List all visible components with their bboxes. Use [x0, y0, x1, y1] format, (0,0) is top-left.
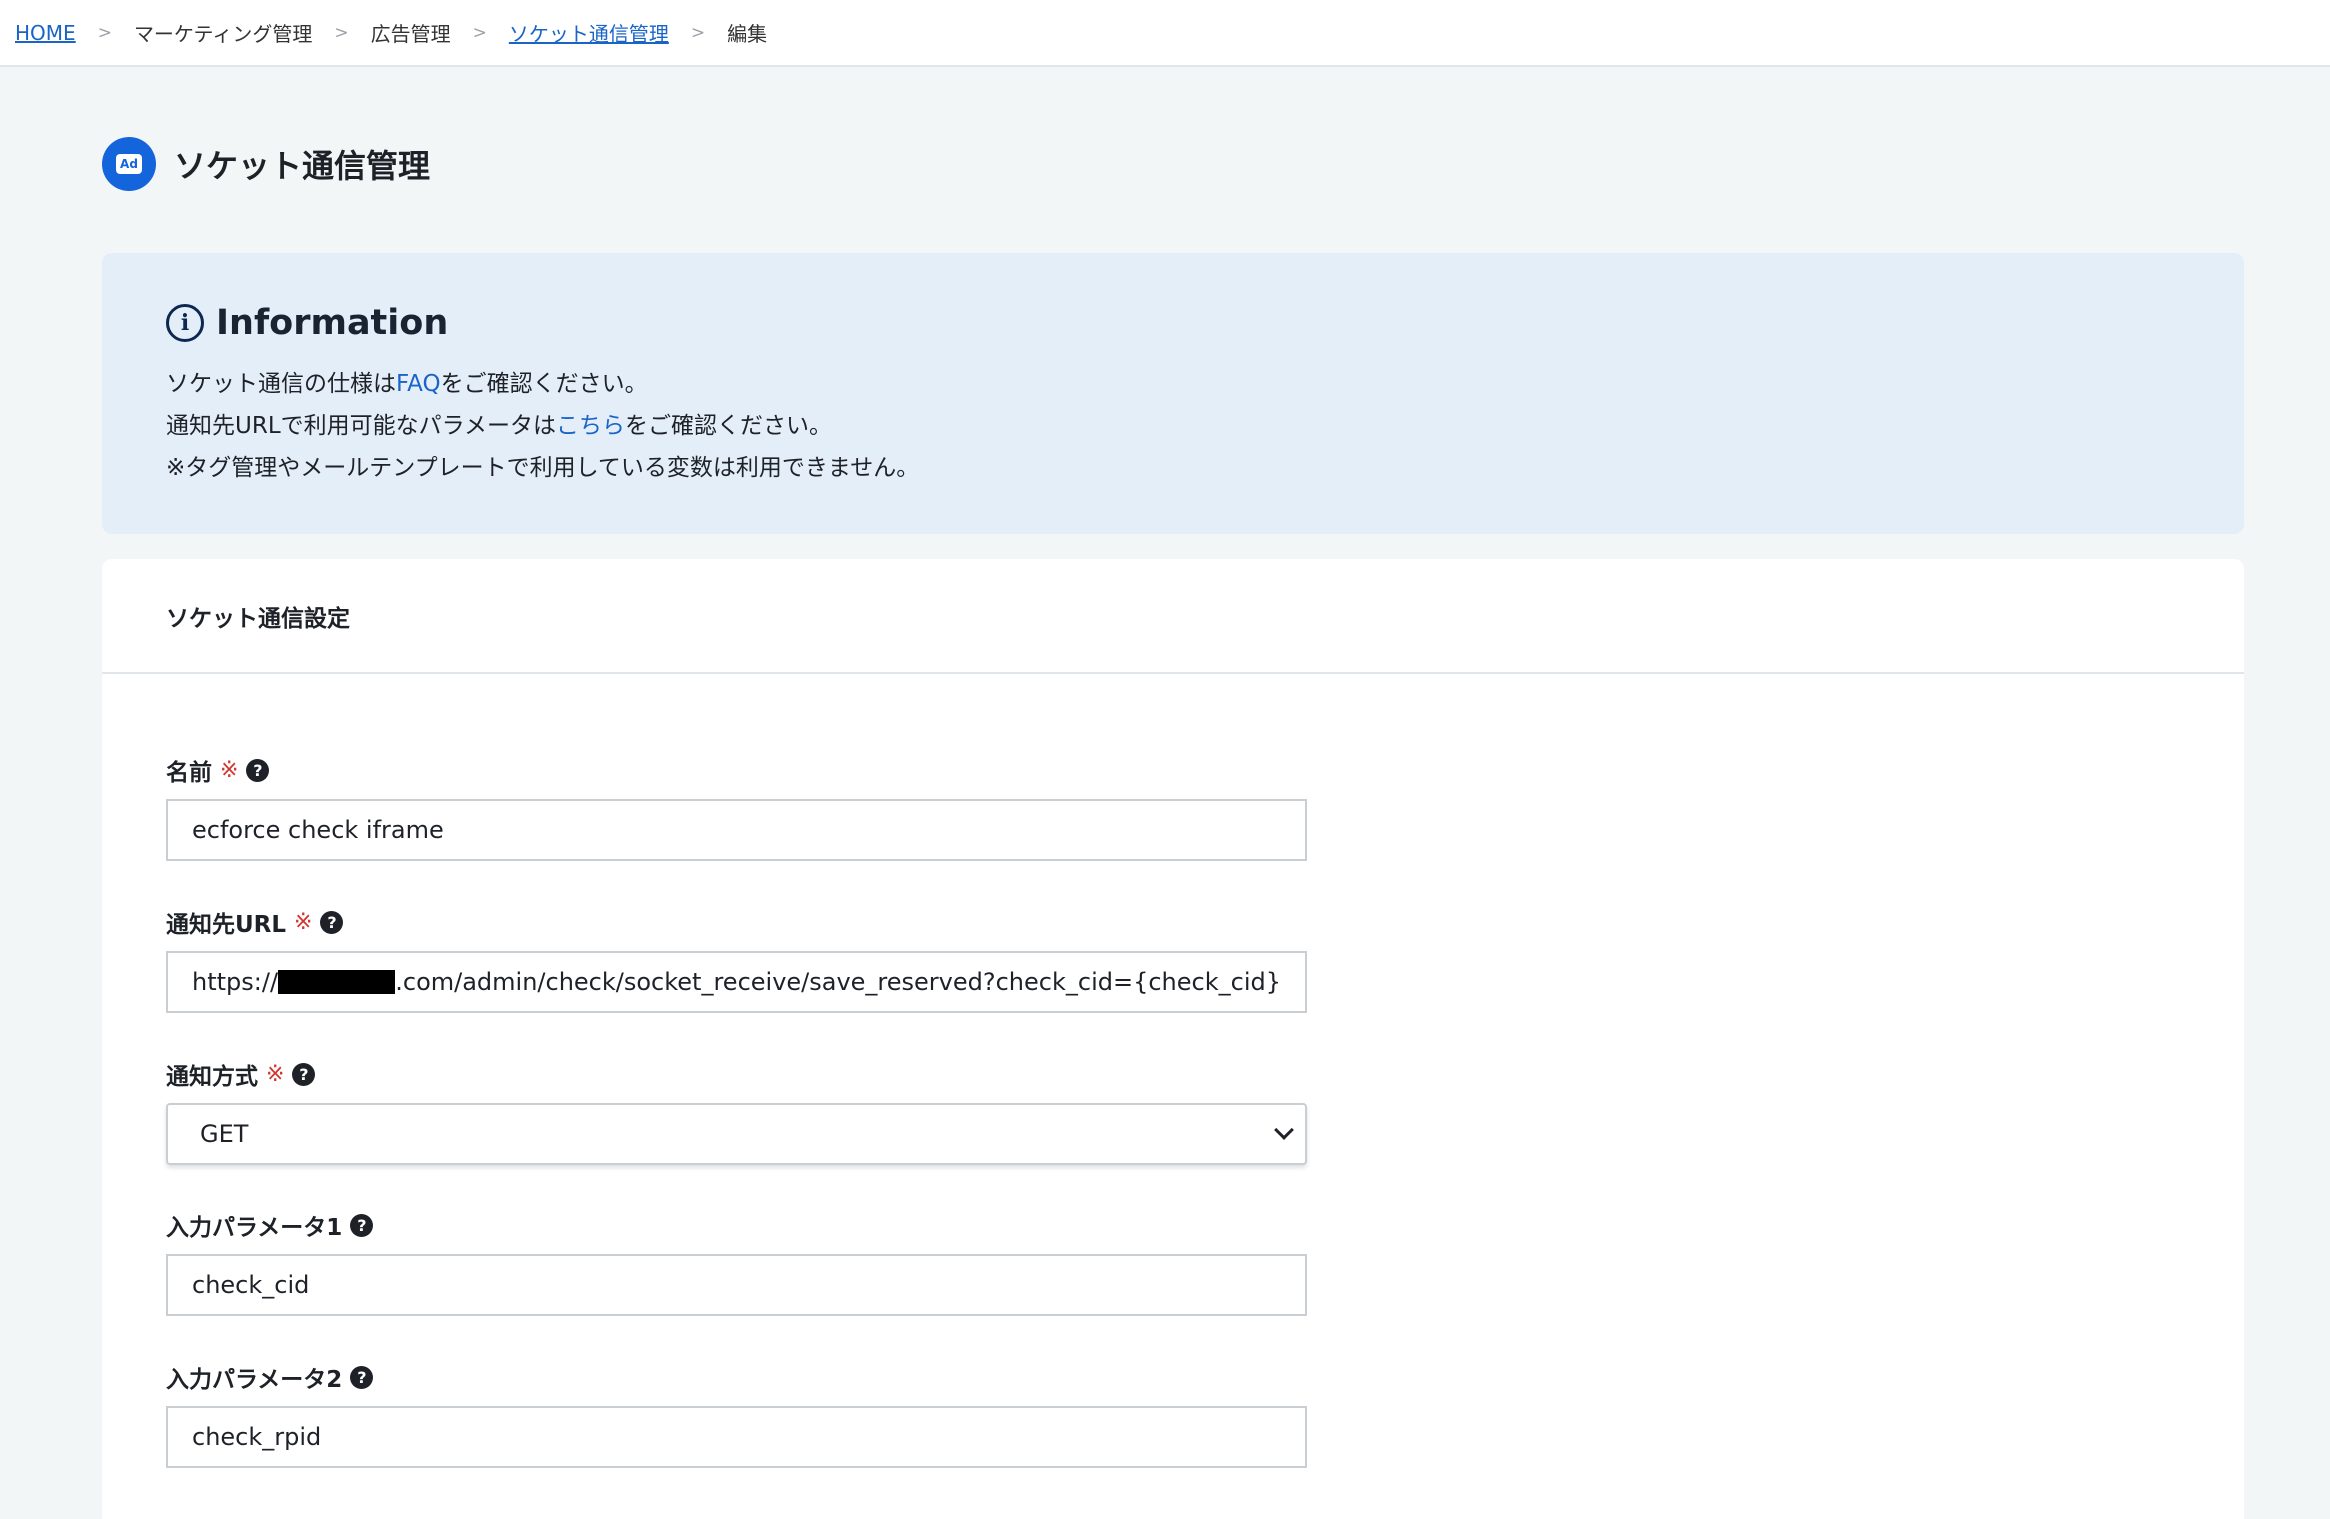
url-field: 通知先URL ※ ? https:// .com/admin/check/sock… — [166, 907, 1307, 1013]
method-label: 通知方式 — [166, 1064, 258, 1090]
info-text: 通知先URLで利用可能なパラメータは — [166, 413, 556, 439]
name-label-row: 名前 ※ ? — [166, 755, 1307, 786]
required-mark: ※ — [294, 909, 313, 935]
name-label: 名前 — [166, 760, 212, 786]
breadcrumb-home-link[interactable]: HOME — [15, 21, 76, 45]
information-text: ソケット通信の仕様はFAQをご確認ください。 通知先URLで利用可能なパラメータ… — [166, 363, 2244, 489]
help-icon[interactable]: ? — [350, 1213, 374, 1237]
method-field: 通知方式 ※ ? GET — [166, 1059, 1307, 1165]
info-text: ソケット通信の仕様は — [166, 371, 396, 397]
breadcrumb-separator: > — [97, 22, 112, 43]
param2-input-value: check_rpid — [192, 1423, 322, 1451]
param2-label: 入力パラメータ2 — [166, 1367, 343, 1393]
redacted-block — [278, 970, 396, 994]
page-title: ソケット通信管理 — [174, 147, 431, 185]
breadcrumb-ads: 広告管理 — [370, 22, 451, 46]
url-input[interactable]: https:// .com/admin/check/socket_receive/… — [166, 951, 1307, 1013]
socket-settings-card: ソケット通信設定 名前 ※ ? ecforce check iframe 通知先… — [102, 559, 2244, 1519]
breadcrumb-socket-link[interactable]: ソケット通信管理 — [509, 18, 669, 47]
url-suffix: .com/admin/check/socket_receive/save_res… — [395, 968, 1281, 996]
required-mark: ※ — [266, 1061, 285, 1087]
card-title: ソケット通信設定 — [102, 559, 2244, 674]
faq-link[interactable]: FAQ — [396, 371, 441, 397]
breadcrumb-separator: > — [690, 22, 706, 43]
info-icon: i — [166, 304, 204, 342]
params-link[interactable]: こちら — [556, 413, 625, 439]
url-label: 通知先URL — [166, 912, 287, 938]
url-prefix: https:// — [192, 968, 279, 996]
method-label-row: 通知方式 ※ ? — [166, 1059, 1307, 1090]
breadcrumb-current: 編集 — [727, 22, 768, 46]
name-input-value: ecforce check iframe — [192, 816, 444, 844]
param1-field: 入力パラメータ1 ? check_cid — [166, 1210, 1307, 1316]
required-mark: ※ — [220, 757, 239, 783]
info-line-params: 通知先URLで利用可能なパラメータはこちらをご確認ください。 — [166, 405, 2244, 447]
breadcrumb-marketing: マーケティング管理 — [133, 22, 313, 46]
breadcrumb-separator: > — [334, 22, 349, 43]
chevron-down-icon — [1274, 1120, 1294, 1140]
url-label-row: 通知先URL ※ ? — [166, 907, 1307, 938]
help-icon[interactable]: ? — [292, 1062, 316, 1086]
param2-field: 入力パラメータ2 ? check_rpid — [166, 1362, 1307, 1468]
information-header: i Information — [166, 303, 2244, 343]
info-line-faq: ソケット通信の仕様はFAQをご確認ください。 — [166, 363, 2244, 405]
page-header: Ad ソケット通信管理 — [102, 137, 430, 191]
help-icon[interactable]: ? — [246, 758, 270, 782]
ad-icon: Ad — [102, 137, 156, 191]
help-icon[interactable]: ? — [320, 910, 344, 934]
info-line-note: ※タグ管理やメールテンプレートで利用している変数は利用できません。 — [166, 455, 920, 481]
information-panel: i Information ソケット通信の仕様はFAQをご確認ください。 通知先… — [102, 253, 2244, 534]
ad-badge: Ad — [116, 154, 142, 174]
param1-label: 入力パラメータ1 — [166, 1215, 343, 1241]
param1-label-row: 入力パラメータ1 ? — [166, 1210, 1307, 1241]
info-text: をご確認ください。 — [624, 413, 832, 439]
param2-label-row: 入力パラメータ2 ? — [166, 1362, 1307, 1393]
info-text: をご確認ください。 — [440, 371, 648, 397]
breadcrumb-separator: > — [472, 22, 487, 43]
help-icon[interactable]: ? — [350, 1365, 374, 1389]
param1-input[interactable]: check_cid — [166, 1254, 1307, 1316]
param2-input[interactable]: check_rpid — [166, 1406, 1307, 1468]
information-title: Information — [216, 303, 449, 343]
param1-input-value: check_cid — [192, 1271, 310, 1299]
breadcrumb: HOME > マーケティング管理 > 広告管理 > ソケット通信管理 > 編集 — [0, 0, 2330, 67]
name-input[interactable]: ecforce check iframe — [166, 799, 1307, 861]
method-selected-value: GET — [200, 1120, 249, 1148]
name-field: 名前 ※ ? ecforce check iframe — [166, 755, 1307, 861]
method-select[interactable]: GET — [166, 1103, 1307, 1165]
